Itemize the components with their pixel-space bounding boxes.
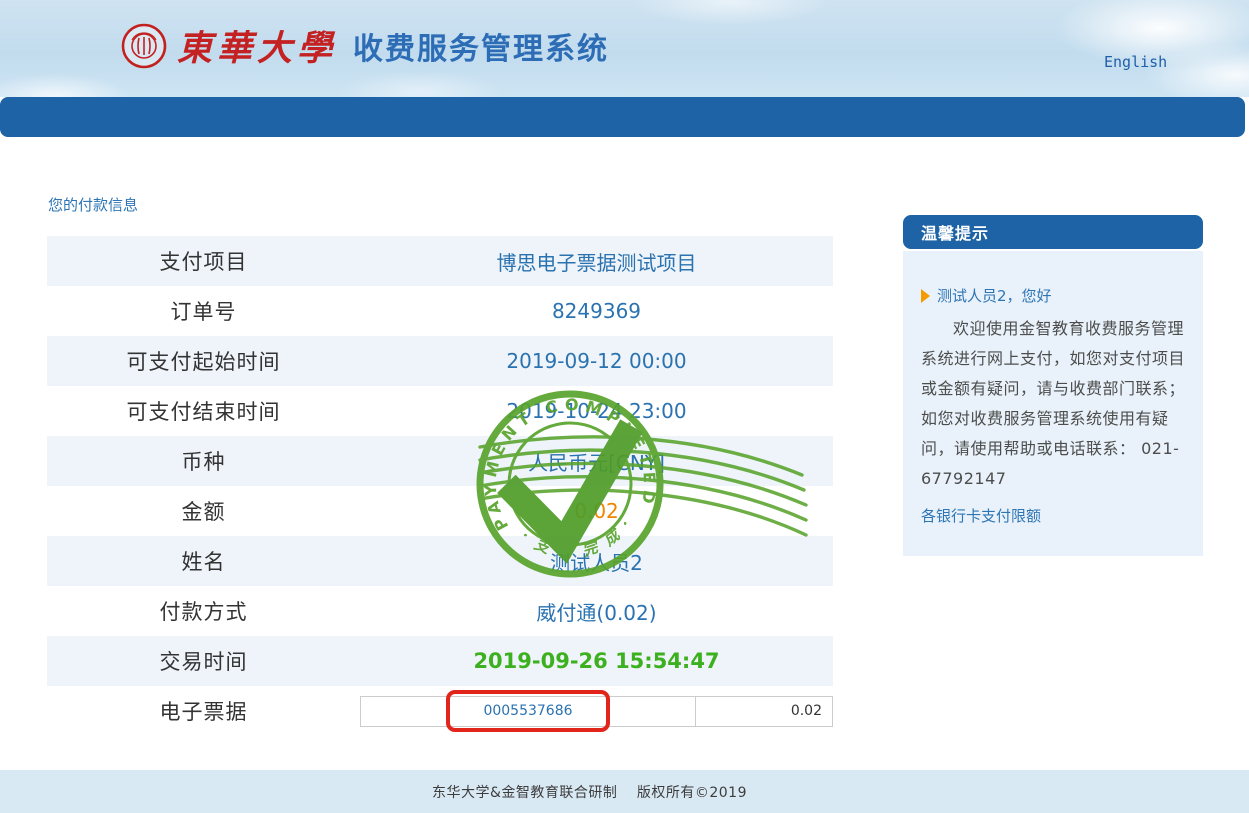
row-label: 付款方式 <box>47 586 360 636</box>
sidebar-help-text: 欢迎使用金智教育收费服务管理系统进行网上支付，如您对支付项目或金额有疑问，请与收… <box>921 314 1185 494</box>
main-navbar <box>0 97 1245 137</box>
copyright-text: 东华大学&金智教育联合研制 版权所有©2019 <box>432 782 747 802</box>
invoice-row: 0005537686 0.02 <box>361 696 833 726</box>
row-value: 博思电子票据测试项目 <box>360 236 833 286</box>
page-footer: 东华大学&金智教育联合研制 版权所有©2019 <box>0 770 1249 813</box>
page-header: 東華大學 收费服务管理系统 English <box>0 0 1249 97</box>
row-value: 2019-09-12 00:00 <box>360 336 833 386</box>
invoice-number-cell: 0005537686 <box>361 696 696 726</box>
row-label: 电子票据 <box>47 686 360 736</box>
row-label: 可支付结束时间 <box>47 386 360 436</box>
user-greeting[interactable]: 测试人员2，您好 <box>921 285 1185 306</box>
user-greeting-text: 测试人员2，您好 <box>937 285 1052 306</box>
university-name: 東華大學 <box>177 20 337 71</box>
row-value: 人民币元[CNY] <box>360 436 833 486</box>
row-label: 支付项目 <box>47 236 360 286</box>
logo-block: 東華大學 收费服务管理系统 <box>120 20 609 71</box>
row-value: 2019-09-26 15:54:47 <box>360 636 833 686</box>
payment-result-page: 東華大學 收费服务管理系统 English 您的付款信息 支付项目博思电子票据测… <box>0 0 1249 813</box>
row-value: 0005537686 0.02 <box>360 686 833 736</box>
row-label: 金额 <box>47 486 360 536</box>
sidebar-body: 测试人员2，您好 欢迎使用金智教育收费服务管理系统进行网上支付，如您对支付项目或… <box>903 251 1203 556</box>
payment-section-title: 您的付款信息 <box>48 194 138 215</box>
row-value: 2019-10-24 23:00 <box>360 386 833 436</box>
row-label: 币种 <box>47 436 360 486</box>
payment-row: 姓名测试人员2 <box>47 536 833 586</box>
system-title: 收费服务管理系统 <box>353 24 609 68</box>
row-label: 交易时间 <box>47 636 360 686</box>
payment-row: 币种人民币元[CNY] <box>47 436 833 486</box>
row-label: 订单号 <box>47 286 360 336</box>
bank-card-limit-link[interactable]: 各银行卡支付限额 <box>921 502 1185 530</box>
invoice-table: 0005537686 0.02 <box>360 696 833 727</box>
sidebar-title: 温馨提示 <box>903 215 1203 249</box>
arrow-right-icon <box>921 289 930 303</box>
row-value: 测试人员2 <box>360 536 833 586</box>
payment-row: 可支付起始时间2019-09-12 00:00 <box>47 336 833 386</box>
payment-row: 付款方式威付通(0.02) <box>47 586 833 636</box>
row-value: 0.02 <box>360 486 833 536</box>
tips-sidebar: 温馨提示 测试人员2，您好 欢迎使用金智教育收费服务管理系统进行网上支付，如您对… <box>903 215 1203 556</box>
payment-row: 支付项目博思电子票据测试项目 <box>47 236 833 286</box>
payment-row: 订单号8249369 <box>47 286 833 336</box>
invoice-highlight-wrap: 0005537686 <box>483 703 572 719</box>
payment-row: 电子票据 0005537686 0.02 <box>47 686 833 736</box>
payment-row: 交易时间2019-09-26 15:54:47 <box>47 636 833 686</box>
invoice-number-link[interactable]: 0005537686 <box>483 703 572 719</box>
payment-table: 支付项目博思电子票据测试项目订单号8249369可支付起始时间2019-09-1… <box>47 236 833 736</box>
row-label: 可支付起始时间 <box>47 336 360 386</box>
payment-row: 可支付结束时间2019-10-24 23:00 <box>47 386 833 436</box>
english-language-link[interactable]: English <box>1104 53 1167 71</box>
row-value: 8249369 <box>360 286 833 336</box>
university-seal-icon <box>120 22 168 70</box>
row-label: 姓名 <box>47 536 360 586</box>
invoice-amount-cell: 0.02 <box>696 696 833 726</box>
payment-row: 金额0.02 <box>47 486 833 536</box>
row-value: 威付通(0.02) <box>360 586 833 636</box>
